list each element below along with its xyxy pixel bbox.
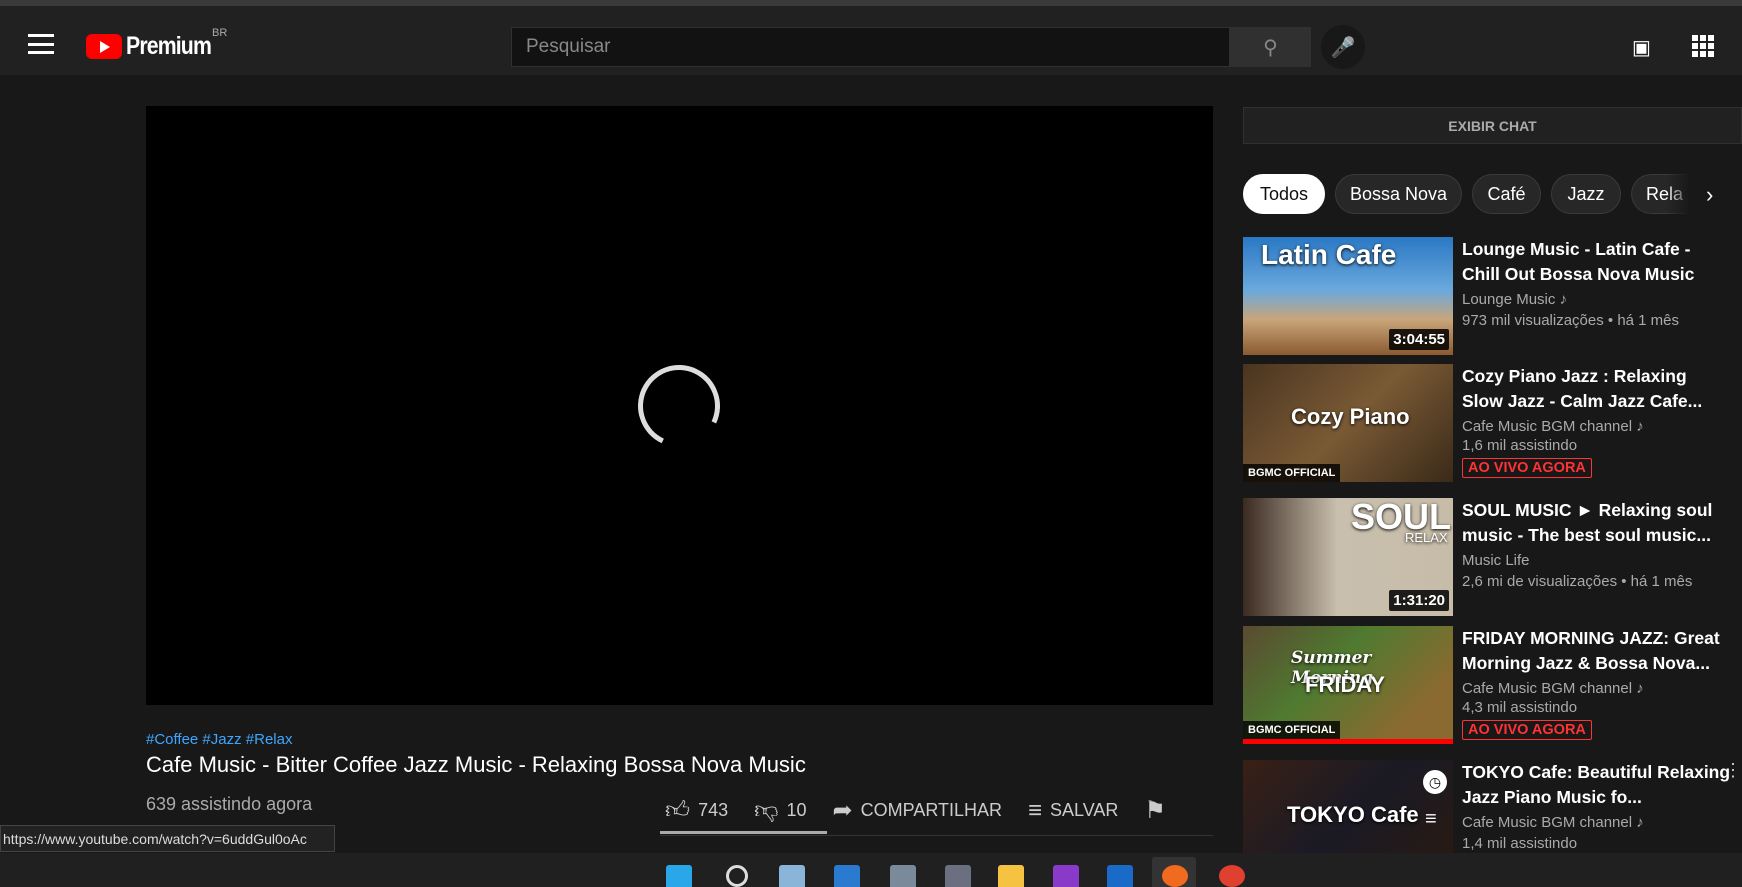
masthead: Premium BR Pesquisar ⚲ 🎤 ▣ [0,6,1742,75]
live-badge: AO VIVO AGORA [1462,458,1592,478]
channel-name[interactable]: Cafe Music BGM channel ♪ [1462,814,1732,831]
video-thumbnail[interactable]: Cozy Piano BGMC OFFICIAL [1243,364,1453,482]
search-input[interactable]: Pesquisar [511,27,1230,67]
microphone-icon: 🎤 [1330,36,1356,59]
list-item[interactable]: Latin Cafe 3:04:55 Lounge Music - Latin … [1243,237,1742,355]
windows-taskbar [0,853,1742,887]
divider [660,835,1213,836]
playlist-add-icon: ≡ [1028,796,1043,824]
video-meta: 973 mil visualizações • há 1 mês [1462,312,1680,329]
calendar-icon[interactable] [834,865,860,887]
viewer-count: 639 assistindo agora [146,794,313,814]
dislike-button[interactable]: 👎︎ 10 [754,797,806,825]
music-note-icon: ♪ [1636,814,1644,831]
watch-later-clock-icon[interactable]: ◷ [1423,770,1447,794]
chip-bossa-nova[interactable]: Bossa Nova [1335,174,1462,214]
chip-jazz[interactable]: Jazz [1551,174,1621,214]
video-meta: 4,3 mil assistindo [1462,699,1578,716]
duration-badge: 3:04:55 [1389,329,1449,350]
channel-name[interactable]: Lounge Music ♪ [1462,291,1732,308]
video-thumbnail[interactable]: Latin Cafe 3:04:55 [1243,237,1453,355]
add-to-queue-icon[interactable]: ≡ [1425,808,1437,831]
link-status-tooltip: https://www.youtube.com/watch?v=6uddGul0… [0,825,335,852]
like-button[interactable]: 👍︎ 743 [665,797,728,825]
chip-cafe[interactable]: Café [1472,174,1541,214]
live-badge: AO VIVO AGORA [1462,720,1592,740]
video-thumbnail[interactable]: TOKYO Cafe ◷ ≡ [1243,760,1453,853]
search-icon: ⚲ [1263,36,1278,59]
channel-name[interactable]: Cafe Music BGM channel ♪ [1462,680,1732,697]
flag-icon: ⚑ [1144,797,1166,824]
chip-relax[interactable]: Rela [1631,174,1691,214]
youtube-play-icon [86,34,122,59]
youtube-premium-logo[interactable]: Premium BR [86,27,227,61]
region-code: BR [212,27,228,39]
list-item[interactable]: SOUL RELAX 1:31:20 SOUL MUSIC ► Relaxing… [1243,498,1742,616]
chrome-icon[interactable] [1219,865,1245,887]
firefox-icon[interactable] [1162,865,1188,887]
app-icon[interactable] [945,865,971,887]
video-meta: 1,4 mil assistindo [1462,835,1578,852]
video-title: Cafe Music - Bitter Coffee Jazz Music - … [146,752,806,777]
duration-badge: 1:31:20 [1389,590,1449,611]
share-button[interactable]: ➦ COMPARTILHAR [833,796,1002,825]
video-title[interactable]: Cozy Piano Jazz : Relaxing Slow Jazz - C… [1462,364,1732,414]
report-button[interactable]: ⚑ [1144,796,1174,825]
calculator-icon[interactable] [890,865,916,887]
list-item[interactable]: Summer Morning FRIDAY BGMC OFFICIAL FRID… [1243,626,1742,744]
search-circle-icon[interactable] [726,865,748,887]
video-title[interactable]: FRIDAY MORNING JAZZ: Great Morning Jazz … [1462,626,1732,676]
music-note-icon: ♪ [1559,291,1568,308]
video-title[interactable]: Lounge Music - Latin Cafe - Chill Out Bo… [1462,237,1732,287]
bgmc-official-badge: BGMC OFFICIAL [1243,464,1341,482]
music-note-icon: ♪ [1636,418,1644,435]
search-button[interactable]: ⚲ [1230,27,1311,67]
voice-search-button[interactable]: 🎤 [1321,25,1365,69]
menu-icon[interactable] [28,34,54,54]
save-button[interactable]: ≡ SALVAR [1028,797,1118,825]
onenote-icon[interactable] [1053,865,1079,887]
bgmc-official-badge: BGMC OFFICIAL [1243,721,1341,739]
thumbs-up-icon: 👍︎ [665,796,691,824]
music-note-icon: ♪ [1636,680,1644,697]
video-title[interactable]: TOKYO Cafe: Beautiful Relaxing Jazz Pian… [1462,760,1732,810]
channel-name[interactable]: Music Life [1462,552,1732,569]
more-options-icon[interactable]: ⋮ [1724,761,1742,779]
channel-name[interactable]: Cafe Music BGM channel ♪ [1462,418,1732,435]
file-explorer-icon[interactable] [998,865,1024,887]
list-item[interactable]: Cozy Piano BGMC OFFICIAL Cozy Piano Jazz… [1243,364,1742,482]
video-actions: 👍︎ 743 👎︎ 10 ➦ COMPARTILHAR ≡ SALVAR ⚑ [665,796,1200,825]
create-video-icon[interactable]: ▣ [1632,35,1651,60]
video-meta: 2,6 mi de visualizações • há 1 mês [1462,573,1693,590]
share-arrow-icon: ➦ [832,797,853,824]
video-thumbnail[interactable]: Summer Morning FRIDAY BGMC OFFICIAL [1243,626,1453,744]
apps-grid-icon[interactable] [1692,35,1714,57]
like-ratio-bar [660,831,827,834]
chevron-right-icon[interactable]: › [1706,182,1713,208]
video-hashtags[interactable]: #Coffee #Jazz #Relax [146,731,292,748]
outlook-icon[interactable] [1107,865,1133,887]
task-manager-icon[interactable] [779,865,805,887]
chip-todos[interactable]: Todos [1243,174,1325,214]
video-thumbnail[interactable]: SOUL RELAX 1:31:20 [1243,498,1453,616]
list-item[interactable]: TOKYO Cafe ◷ ≡ TOKYO Cafe: Beautiful Rel… [1243,760,1742,853]
video-title[interactable]: SOUL MUSIC ► Relaxing soul music - The b… [1462,498,1732,548]
thumbs-down-icon: 👎︎ [754,796,779,824]
video-meta: 1,6 mil assistindo [1462,437,1578,454]
start-icon[interactable] [666,865,692,887]
show-chat-button[interactable]: EXIBIR CHAT [1243,107,1742,144]
